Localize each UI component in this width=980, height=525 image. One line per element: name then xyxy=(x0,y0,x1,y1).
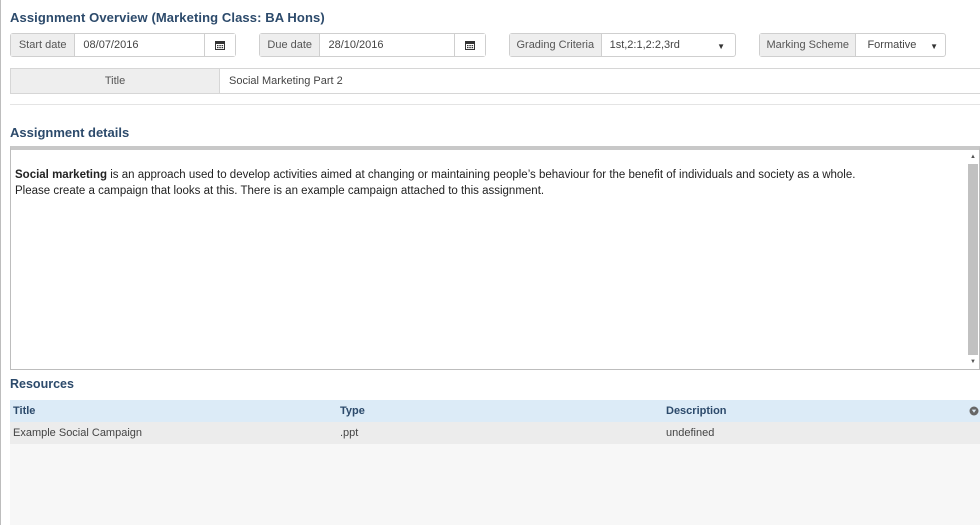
column-header-description[interactable]: Description xyxy=(663,405,963,417)
marking-scheme-value: Formative xyxy=(867,39,917,51)
due-date-label: Due date xyxy=(260,34,321,56)
title-row: Title Social Marketing Part 2 xyxy=(10,68,980,94)
due-date-group: Due date 28/10/2016 xyxy=(259,33,486,57)
row-type-cell: .ppt xyxy=(340,427,359,439)
details-scrollbar[interactable]: ▲ ▼ xyxy=(967,152,979,367)
frame-border xyxy=(0,0,1,525)
title-input[interactable]: Social Marketing Part 2 xyxy=(220,69,343,93)
resources-heading: Resources xyxy=(10,377,74,391)
details-line-1: Social marketing is an approach used to … xyxy=(15,167,963,183)
page-title: Assignment Overview (Marketing Class: BA… xyxy=(10,10,325,25)
marking-scheme-group: Marking Scheme Formative ▼ xyxy=(759,33,946,57)
marking-scheme-select[interactable]: Formative ▼ xyxy=(856,34,945,56)
details-bold-lead: Social marketing xyxy=(15,169,108,181)
table-row[interactable]: Example Social Campaign .ppt undefined xyxy=(10,422,980,444)
column-header-title[interactable]: Title xyxy=(10,405,337,417)
assignment-details-textarea[interactable]: Social marketing is an approach used to … xyxy=(10,146,980,370)
divider xyxy=(10,104,980,105)
due-date-calendar-button[interactable] xyxy=(454,34,485,56)
caret-down-icon: ▼ xyxy=(930,42,938,51)
grading-criteria-label: Grading Criteria xyxy=(510,34,602,56)
filter-icon[interactable] xyxy=(969,406,979,416)
row-title-cell: Example Social Campaign xyxy=(13,427,143,439)
assignment-details-text: Social marketing is an approach used to … xyxy=(15,167,963,199)
calendar-icon xyxy=(215,41,226,50)
caret-down-icon: ▼ xyxy=(717,42,725,51)
row-description-cell: undefined xyxy=(666,427,715,439)
due-date-input[interactable]: 28/10/2016 xyxy=(320,34,454,56)
marking-scheme-label: Marking Scheme xyxy=(760,34,857,56)
column-header-type[interactable]: Type xyxy=(337,405,663,417)
details-line-1-rest: is an approach used to develop activitie… xyxy=(107,169,856,181)
start-date-group: Start date 08/07/2016 xyxy=(10,33,236,57)
assignment-fields-row: Start date 08/07/2016 Due date 28/10/201… xyxy=(0,33,980,59)
scroll-up-arrow-icon[interactable]: ▲ xyxy=(967,152,979,162)
start-date-input[interactable]: 08/07/2016 xyxy=(75,34,204,56)
grading-criteria-select[interactable]: 1st,2:1,2:2,3rd ▼ xyxy=(602,34,735,56)
start-date-label: Start date xyxy=(11,34,76,56)
assignment-details-heading: Assignment details xyxy=(10,125,130,140)
resources-table: Title Type Description Example Social Ca… xyxy=(10,400,980,525)
title-label: Title xyxy=(11,69,220,93)
scroll-down-arrow-icon[interactable]: ▼ xyxy=(967,357,979,367)
grading-criteria-value: 1st,2:1,2:2,3rd xyxy=(609,39,680,51)
scrollbar-thumb[interactable] xyxy=(968,164,978,355)
start-date-calendar-button[interactable] xyxy=(204,34,235,56)
resources-table-header: Title Type Description xyxy=(10,400,980,422)
details-line-2: Please create a campaign that looks at t… xyxy=(15,185,545,197)
grading-criteria-group: Grading Criteria 1st,2:1,2:2,3rd ▼ xyxy=(509,33,736,57)
calendar-icon xyxy=(465,41,476,50)
